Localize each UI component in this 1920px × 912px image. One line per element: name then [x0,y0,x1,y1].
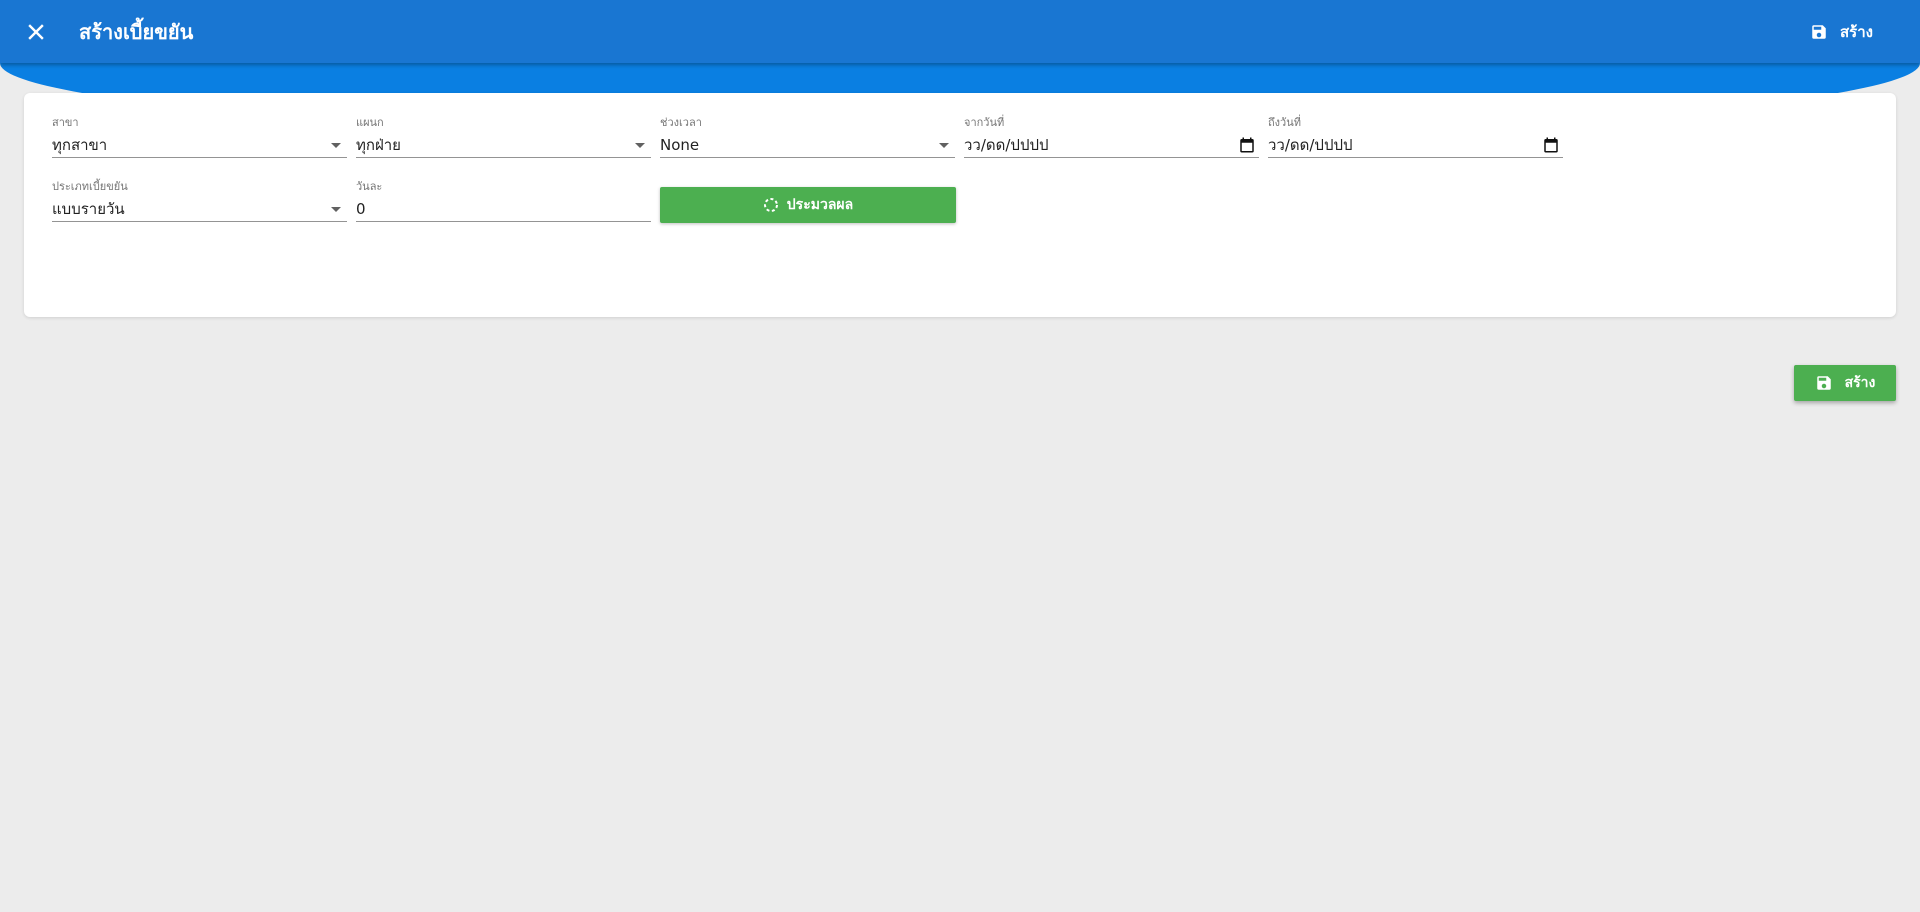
dropdown-arrow-icon [331,207,341,212]
branch-value: ทุกสาขา [52,136,108,154]
loading-spinner-icon [763,198,778,212]
branch-label: สาขา [52,116,79,129]
to-date-input[interactable]: ถึงวันที่ วว/ดด/ปปปป [1268,116,1563,158]
to-date-placeholder: วว/ดด/ปปปป [1268,136,1353,154]
department-label: แผนก [356,116,384,129]
calendar-icon[interactable] [1238,136,1256,154]
allowance-type-value: แบบรายวัน [52,200,125,218]
dropdown-arrow-icon [331,143,341,148]
per-day-input[interactable]: วันละ 0 [356,180,651,222]
branch-select[interactable]: สาขา ทุกสาขา [52,116,347,158]
filter-card: สาขา ทุกสาขา แผนก ทุกฝ่าย ช่วงเวลา None … [24,93,1896,317]
save-button-label: สร้าง [1844,375,1876,391]
process-button[interactable]: ประมวลผล [660,187,956,223]
close-icon [28,24,44,40]
calendar-icon[interactable] [1542,136,1560,154]
department-value: ทุกฝ่าย [356,136,401,154]
app-bar: สร้างเบี้ยขยัน สร้าง [0,0,1920,63]
per-day-label: วันละ [356,180,383,193]
header-save-label: สร้าง [1840,23,1873,41]
save-button[interactable]: สร้าง [1794,365,1896,401]
allowance-type-label: ประเภทเบี้ยขยัน [52,180,128,193]
period-value: None [660,136,700,154]
department-select[interactable]: แผนก ทุกฝ่าย [356,116,651,158]
to-date-label: ถึงวันที่ [1268,116,1301,129]
floppy-disk-icon [1812,25,1826,39]
per-day-value: 0 [356,200,366,218]
header-save-button[interactable]: สร้าง [1800,14,1883,50]
from-date-label: จากวันที่ [964,116,1005,129]
page-title: สร้างเบี้ยขยัน [79,20,194,44]
allowance-type-select[interactable]: ประเภทเบี้ยขยัน แบบรายวัน [52,180,347,222]
process-button-label: ประมวลผล [786,197,854,213]
period-label: ช่วงเวลา [660,116,702,129]
from-date-input[interactable]: จากวันที่ วว/ดด/ปปปป [964,116,1259,158]
close-button[interactable] [20,16,52,48]
floppy-disk-icon [1816,376,1831,390]
period-select[interactable]: ช่วงเวลา None [660,116,955,158]
from-date-placeholder: วว/ดด/ปปปป [964,136,1049,154]
dropdown-arrow-icon [635,143,645,148]
dropdown-arrow-icon [939,143,949,148]
